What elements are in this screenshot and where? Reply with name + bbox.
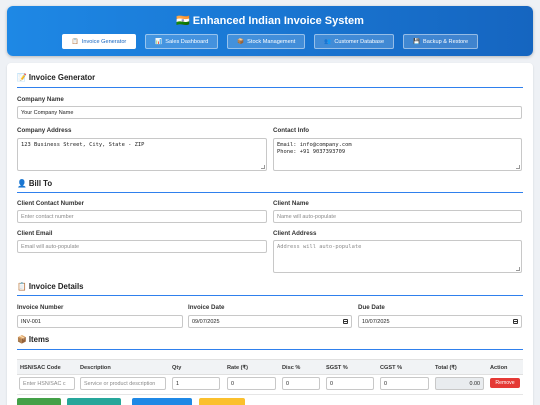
invoice-date-label: Invoice Date: [188, 304, 225, 311]
tab-sales-dashboard[interactable]: 📊 Sales Dashboard: [145, 34, 219, 49]
column-header: Total (₹): [435, 365, 457, 371]
remove-item-button[interactable]: Remove: [490, 378, 520, 388]
resize-handle-icon[interactable]: [516, 165, 520, 169]
resize-handle-icon[interactable]: [261, 165, 265, 169]
column-header: Rate (₹): [227, 365, 248, 371]
company-address-textarea[interactable]: 123 Business Street, City, State - ZIP: [17, 138, 267, 171]
column-header: Action: [490, 365, 508, 371]
column-header: Disc %: [282, 365, 301, 371]
company-name-input[interactable]: Your Company Name: [17, 106, 522, 119]
invoice-date-input[interactable]: 09/07/2025: [188, 315, 352, 328]
company-address-label: Company Address: [17, 127, 72, 134]
total-field: 0.00: [435, 377, 484, 390]
client-name-label: Client Name: [273, 200, 309, 207]
column-header: HSN/SAC Code: [20, 365, 61, 371]
qty-input[interactable]: 1: [172, 377, 220, 390]
client-email-label: Client Email: [17, 230, 53, 237]
clipboard-icon: 📋: [71, 38, 79, 45]
main-tabs: 📋 Invoice Generator 📊 Sales Dashboard 📦 …: [7, 34, 533, 49]
people-icon: 👥: [324, 38, 332, 45]
section-divider: [17, 349, 523, 350]
due-date-label: Due Date: [358, 304, 385, 311]
section-title-bill-to: 👤 Bill To: [17, 179, 53, 188]
client-name-input[interactable]: Name will auto-populate: [273, 210, 522, 223]
client-address-label: Client Address: [273, 230, 317, 237]
action-button[interactable]: [132, 398, 192, 405]
calendar-icon[interactable]: [343, 319, 348, 324]
client-contact-input[interactable]: Enter contact number: [17, 210, 267, 223]
due-date-value: 10/07/2025: [362, 318, 390, 325]
resize-handle-icon[interactable]: [516, 267, 520, 271]
company-name-label: Company Name: [17, 96, 64, 103]
tab-label: Customer Database: [334, 38, 385, 45]
items-table-header: HSN/SAC Code Description Qty Rate (₹) Di…: [17, 359, 523, 375]
column-header: SGST %: [326, 365, 348, 371]
cgst-input[interactable]: 0: [380, 377, 429, 390]
chart-icon: 📊: [155, 38, 163, 45]
tab-label: Backup & Restore: [423, 38, 469, 45]
invoice-date-value: 09/07/2025: [192, 318, 220, 325]
action-button[interactable]: [67, 398, 121, 405]
invoice-number-label: Invoice Number: [17, 304, 64, 311]
rate-input[interactable]: 0: [227, 377, 276, 390]
discount-input[interactable]: 0: [282, 377, 320, 390]
client-contact-label: Client Contact Number: [17, 200, 85, 207]
client-email-input[interactable]: Email will auto-populate: [17, 240, 267, 253]
section-divider: [17, 192, 523, 193]
floppy-disk-icon: 💾: [413, 38, 421, 45]
hsn-code-input[interactable]: Enter HSN/SAC c: [19, 377, 75, 390]
app-title: 🇮🇳 Enhanced Indian Invoice System: [176, 15, 364, 27]
tab-label: Stock Management: [247, 38, 296, 45]
column-header: Qty: [172, 365, 182, 371]
section-title-invoice-generator: 📝 Invoice Generator: [17, 73, 96, 82]
tab-customer-database[interactable]: 👥 Customer Database: [314, 34, 395, 49]
package-icon: 📦: [237, 38, 245, 45]
section-divider: [17, 87, 523, 88]
sgst-input[interactable]: 0: [326, 377, 374, 390]
section-title-items: 📦 Items: [17, 335, 50, 344]
contact-info-label: Contact Info: [273, 127, 310, 134]
tab-label: Invoice Generator: [81, 38, 127, 45]
tab-label: Sales Dashboard: [165, 38, 209, 45]
description-input[interactable]: Service or product description: [80, 377, 166, 390]
column-header: Description: [80, 365, 111, 371]
add-item-button[interactable]: [17, 398, 61, 405]
client-address-textarea[interactable]: Address will auto-populate: [273, 240, 522, 273]
section-divider: [17, 295, 523, 296]
tab-backup-restore[interactable]: 💾 Backup & Restore: [403, 34, 479, 49]
action-button[interactable]: [199, 398, 245, 405]
contact-info-textarea[interactable]: Email: info@company.com Phone: +91 90373…: [273, 138, 522, 171]
calendar-icon[interactable]: [513, 319, 518, 324]
section-title-invoice-details: 📋 Invoice Details: [17, 282, 84, 291]
due-date-input[interactable]: 10/07/2025: [358, 315, 522, 328]
invoice-number-input[interactable]: INV-001: [17, 315, 183, 328]
column-header: CGST %: [380, 365, 403, 371]
tab-stock-management[interactable]: 📦 Stock Management: [227, 34, 306, 49]
app-header: 🇮🇳 Enhanced Indian Invoice System 📋 Invo…: [7, 6, 533, 56]
tab-invoice-generator[interactable]: 📋 Invoice Generator: [61, 34, 137, 49]
